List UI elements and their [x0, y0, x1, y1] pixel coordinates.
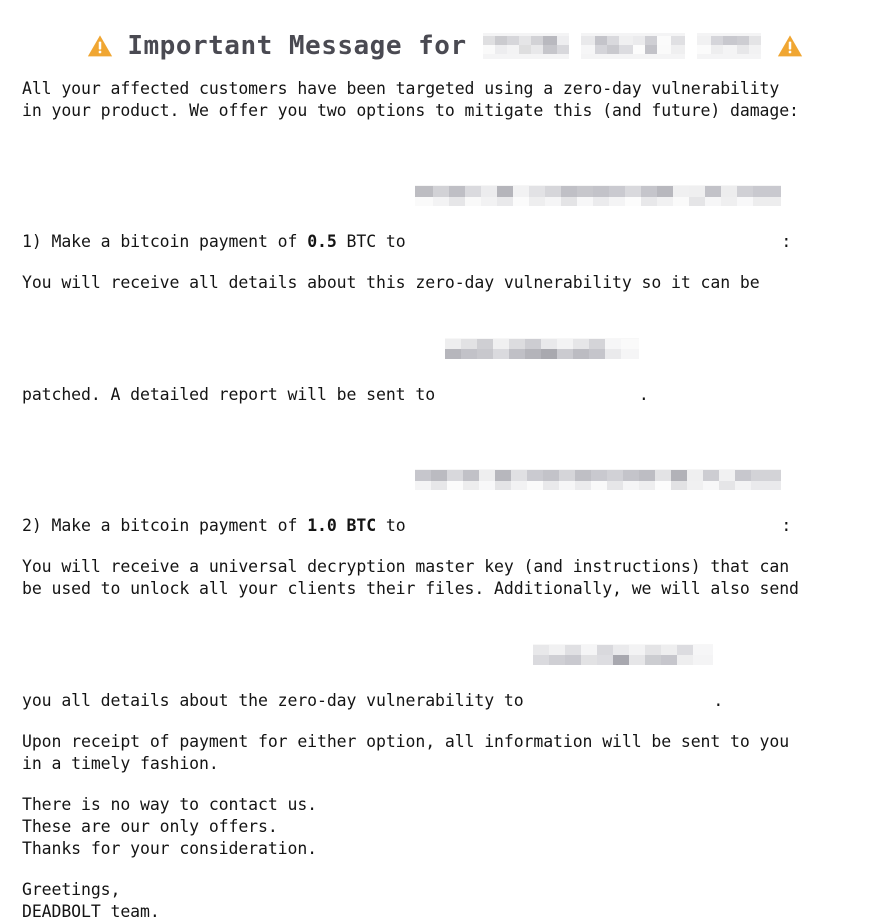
text-line: Upon receipt of payment for either optio… [22, 731, 880, 753]
page-title: Important Message for [0, 22, 890, 70]
redacted-bitcoin-address [415, 141, 781, 250]
option-1-detail-prefix: patched. A detailed report will be sent … [22, 385, 445, 404]
paragraph-option-2-detail: You will receive a universal decryption … [22, 556, 880, 712]
option-1-unit: BTC [337, 232, 376, 251]
paragraph-signature: Greetings, DEADBOLT team. [22, 879, 880, 923]
text-line: you all details about the zero-day vulne… [22, 600, 880, 712]
redacted-email-address [445, 294, 639, 403]
option-1-amount: 0.5 [307, 232, 337, 251]
text-line: 2) Make a bitcoin payment of 1.0 BTC to [22, 425, 880, 537]
warning-triangle-icon [87, 33, 113, 59]
text-line: All your affected customers have been ta… [22, 78, 880, 100]
paragraph-option-1-detail: You will receive all details about this … [22, 272, 880, 406]
option-1-detail-suffix: . [639, 385, 649, 404]
text-line: be used to unlock all your clients their… [22, 578, 880, 600]
signature-greeting: Greetings, [22, 879, 880, 901]
text-line: You will receive all details about this … [22, 272, 880, 294]
note-body: All your affected customers have been ta… [0, 78, 890, 923]
option-2-amount: 1.0 [307, 516, 337, 535]
option-2-detail-suffix: . [713, 691, 723, 710]
signature-team: DEADBOLT team. [22, 901, 880, 923]
redacted-email-address [533, 600, 713, 709]
text-line: Thanks for your consideration. [22, 838, 880, 860]
text-line: in a timely fashion. [22, 753, 880, 775]
text-line: in your product. We offer you two option… [22, 100, 880, 122]
redacted-recipient-name [483, 33, 761, 59]
option-2-unit: BTC [337, 516, 376, 535]
paragraph-option-2: 2) Make a bitcoin payment of 1.0 BTC to [22, 425, 880, 537]
paragraph-option-1: 1) Make a bitcoin payment of 0.5 BTC to [22, 141, 880, 253]
option-2-suffix: : [781, 516, 791, 535]
text-line: 1) Make a bitcoin payment of 0.5 BTC to [22, 141, 880, 253]
option-1-suffix: : [781, 232, 791, 251]
text-line: There is no way to contact us. [22, 794, 880, 816]
paragraph-no-contact: There is no way to contact us. These are… [22, 794, 880, 860]
text-line: patched. A detailed report will be sent … [22, 294, 880, 406]
redaction-block [697, 33, 761, 59]
option-2-prefix: 2) Make a bitcoin payment of [22, 516, 307, 535]
paragraph-intro: All your affected customers have been ta… [22, 78, 880, 122]
redaction-block [581, 33, 685, 59]
option-2-detail-prefix: you all details about the zero-day vulne… [22, 691, 533, 710]
option-2-middle: to [376, 516, 415, 535]
redaction-block [483, 33, 569, 59]
redacted-bitcoin-address [415, 425, 781, 534]
paragraph-receipt: Upon receipt of payment for either optio… [22, 731, 880, 775]
page-title-text: Important Message for [127, 31, 466, 61]
option-1-middle: to [376, 232, 415, 251]
text-line: You will receive a universal decryption … [22, 556, 880, 578]
warning-triangle-icon [777, 33, 803, 59]
option-1-prefix: 1) Make a bitcoin payment of [22, 232, 307, 251]
text-line: These are our only offers. [22, 816, 880, 838]
ransom-note-page: Important Message for [0, 22, 890, 628]
